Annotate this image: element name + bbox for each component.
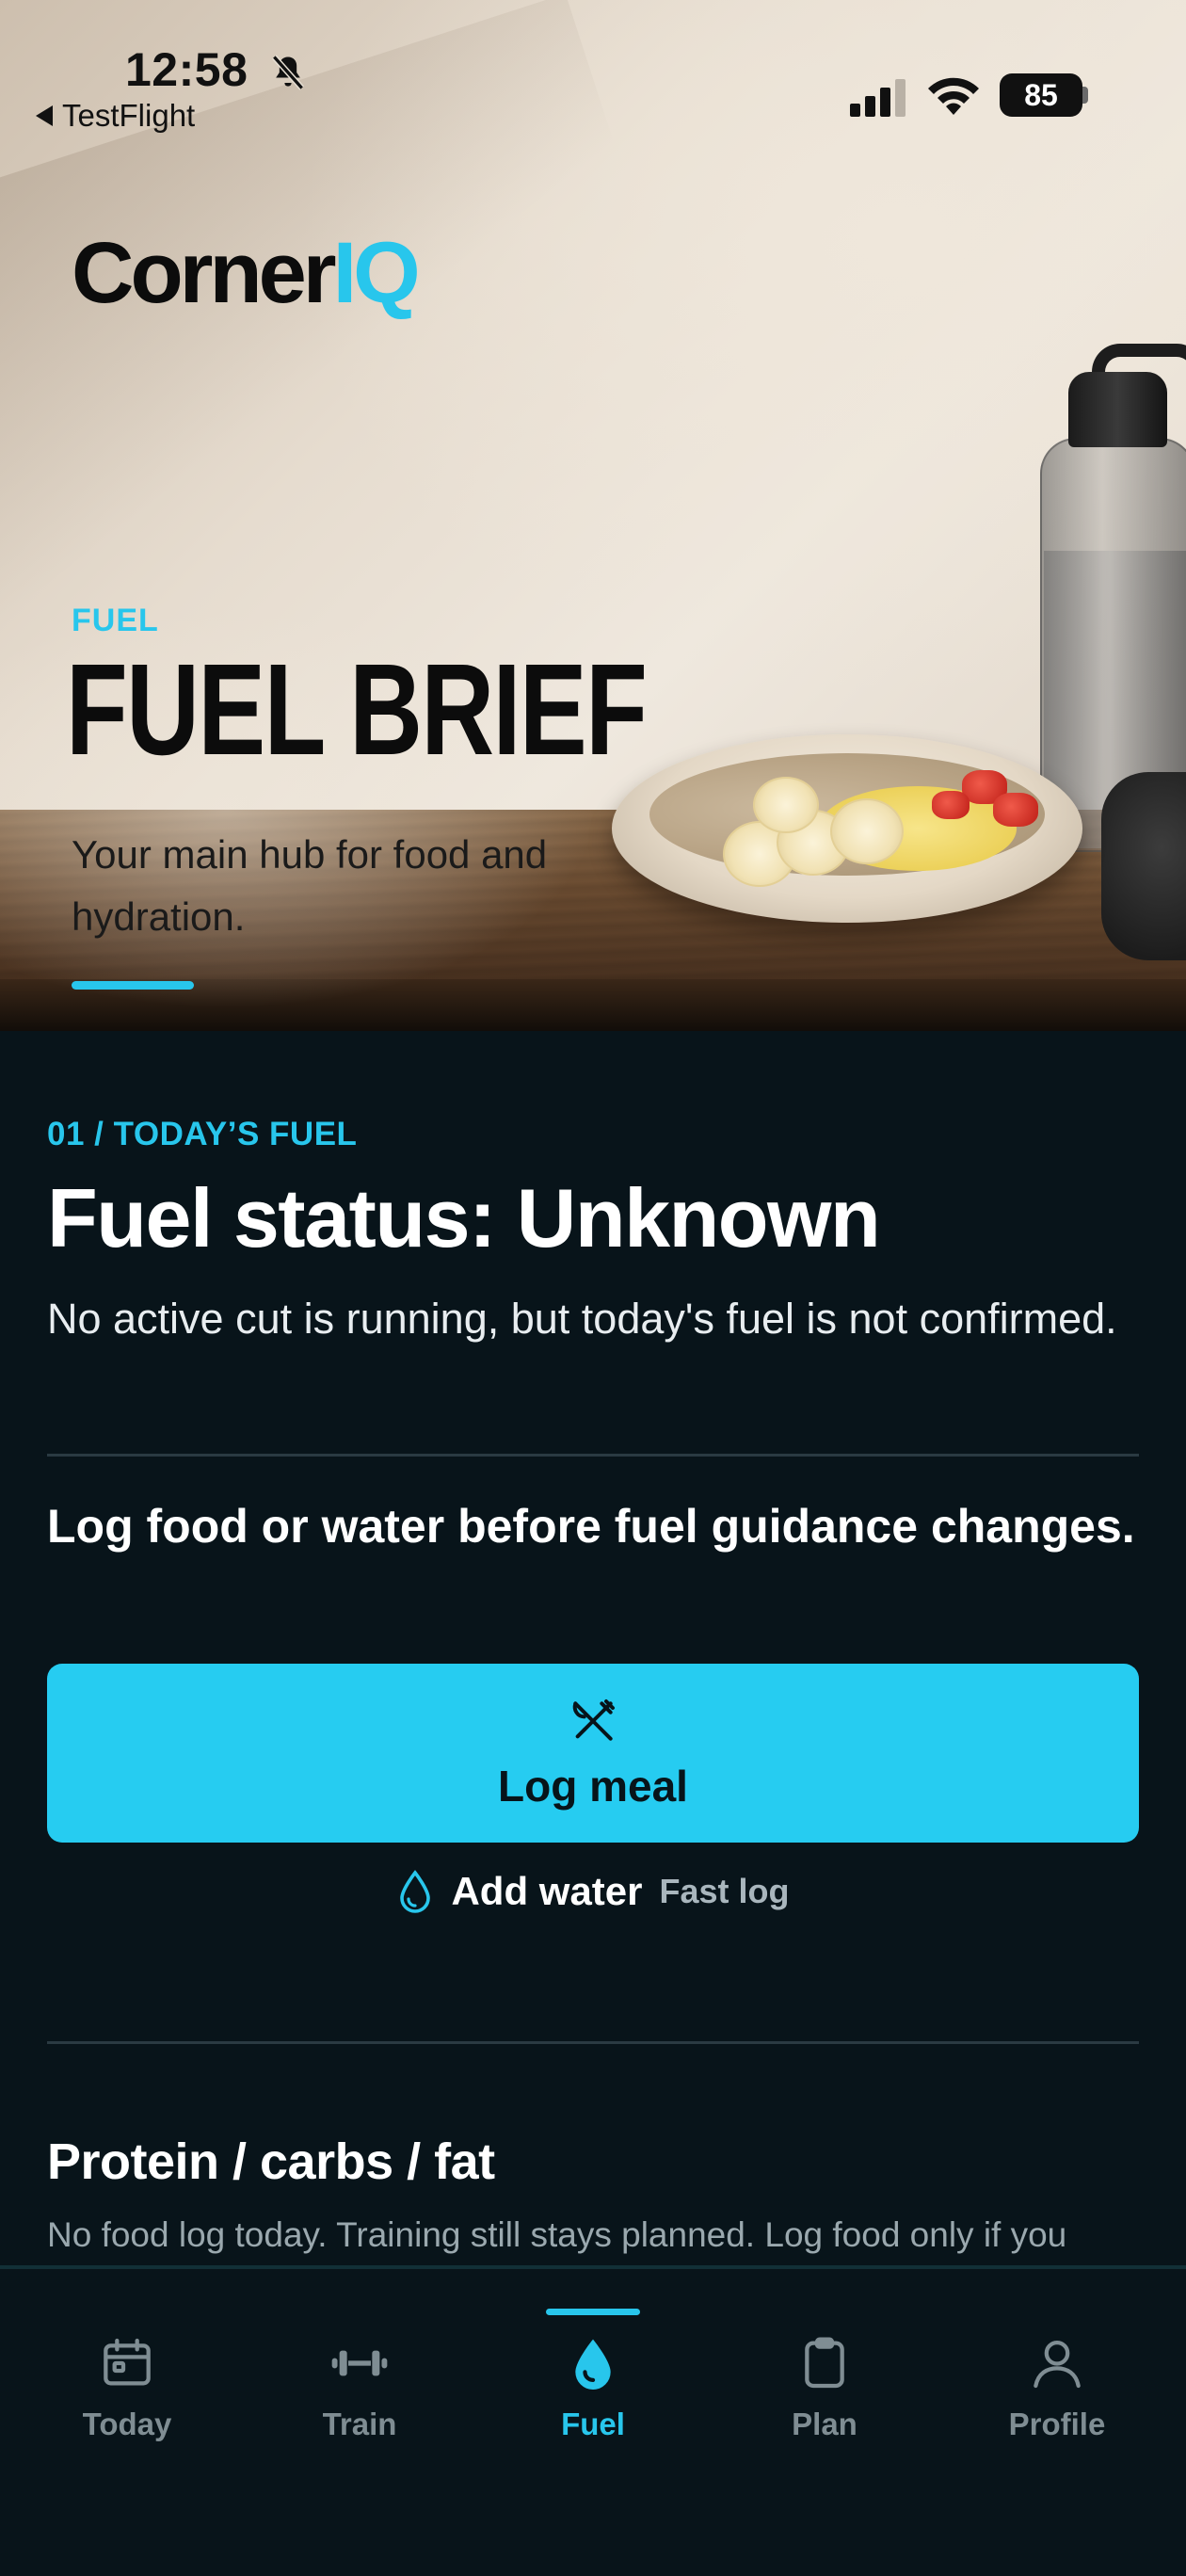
cellular-signal-icon [850,79,906,117]
wifi-icon [928,77,979,115]
tab-label: Today [82,2407,172,2441]
status-bar: 12:58 TestFlight 85 [0,0,1186,141]
back-to-app-link[interactable]: TestFlight [36,98,195,134]
back-app-label: TestFlight [62,98,196,133]
logo-main: Corner [72,225,337,321]
tab-label: Plan [792,2407,857,2441]
tab-label: Profile [1008,2407,1106,2441]
fork-knife-icon [572,1699,615,1741]
hero-accent-bar [72,981,194,990]
towel-image [1101,772,1186,960]
battery-tip [1082,87,1088,104]
bell-muted-icon [272,55,304,90]
hero-banner: 12:58 TestFlight 85 CornerIQ FUEL FUEL B… [0,0,1186,1031]
clipboard-icon [805,2337,844,2389]
calendar-icon [104,2338,151,2386]
person-icon [1034,2341,1081,2389]
battery-indicator: 85 [1000,73,1082,117]
drop-icon [575,2339,611,2390]
divider [47,2041,1139,2044]
dumbbell-icon [331,2350,388,2376]
divider [47,1454,1139,1457]
logo-accent: IQ [332,225,421,321]
fuel-status-title: Fuel status: Unknown [47,1171,881,1264]
tab-profile[interactable]: Profile [963,2269,1151,2457]
tab-train[interactable]: Train [265,2269,454,2457]
oatmeal-bowl-image [612,734,1082,932]
log-meal-label: Log meal [498,1762,688,1811]
tab-fuel[interactable]: Fuel [499,2269,687,2457]
tab-today[interactable]: Today [33,2269,221,2457]
bottom-tab-bar: Today Train Fuel Plan Profile [0,2265,1186,2576]
fast-log-label: Fast log [659,1872,790,1910]
tab-label: Fuel [561,2407,625,2441]
fuel-status-description: No active cut is running, but today's fu… [47,1295,1117,1343]
macros-description: No food log today. Training still stays … [47,2215,1067,2254]
add-water-label: Add water [451,1869,643,1913]
log-meal-button[interactable]: Log meal [47,1664,1139,1843]
app-logo: CornerIQ [72,224,421,323]
macros-title: Protein / carbs / fat [47,2133,495,2190]
page-title: FUEL BRIEF [66,637,648,782]
add-water-link[interactable]: Add water Fast log [0,1869,1186,1914]
tab-label: Train [322,2407,397,2441]
fuel-content: 01 / TODAY’S FUEL Fuel status: Unknown N… [0,1031,1186,2269]
section-eyebrow: 01 / TODAY’S FUEL [47,1116,358,1152]
back-arrow-icon [36,105,53,126]
clock: 12:58 [125,43,248,96]
hero-eyebrow: FUEL [72,603,159,638]
page-subtitle: Your main hub for food and hydration. [72,832,548,939]
water-drop-icon [400,1870,431,1913]
tab-plan[interactable]: Plan [730,2269,919,2457]
guidance-text: Log food or water before fuel guidance c… [47,1500,1135,1553]
